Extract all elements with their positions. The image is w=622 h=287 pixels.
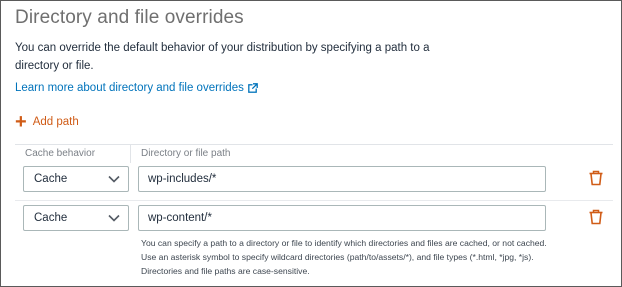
help-line: You can specify a path to a directory or… xyxy=(141,238,547,248)
path-help-text: You can specify a path to a directory or… xyxy=(141,236,591,278)
plus-icon: + xyxy=(15,111,27,133)
path-input[interactable] xyxy=(138,205,546,231)
add-path-button[interactable]: + Add path xyxy=(15,111,79,133)
learn-more-link[interactable]: Learn more about directory and file over… xyxy=(15,82,258,94)
trash-icon[interactable] xyxy=(588,209,604,225)
cache-behavior-value: Cache xyxy=(34,173,68,185)
column-header-path: Directory or file path xyxy=(141,148,231,159)
table-row: Cache xyxy=(15,202,613,240)
overrides-panel: Directory and file overrides You can ove… xyxy=(0,0,622,287)
cache-behavior-select[interactable]: Cache xyxy=(23,205,129,231)
path-input[interactable] xyxy=(138,166,546,192)
chevron-down-icon xyxy=(108,175,120,183)
cache-behavior-select[interactable]: Cache xyxy=(23,166,129,192)
chevron-down-icon xyxy=(108,214,120,222)
table-row: Cache xyxy=(15,163,613,201)
column-divider xyxy=(130,145,131,163)
help-line: Directories and file paths are case-sens… xyxy=(141,266,310,276)
external-link-icon xyxy=(247,83,258,93)
add-path-label: Add path xyxy=(32,116,79,128)
cache-behavior-value: Cache xyxy=(34,212,68,224)
trash-icon[interactable] xyxy=(588,170,604,186)
table-header: Cache behavior Directory or file path xyxy=(15,144,613,163)
help-line: Use an asterisk symbol to specify wildca… xyxy=(141,252,534,262)
learn-more-label: Learn more about directory and file over… xyxy=(15,82,244,94)
section-title: Directory and file overrides xyxy=(15,7,244,28)
section-description: You can override the default behavior of… xyxy=(15,42,430,72)
column-header-cache-behavior: Cache behavior xyxy=(25,148,96,159)
